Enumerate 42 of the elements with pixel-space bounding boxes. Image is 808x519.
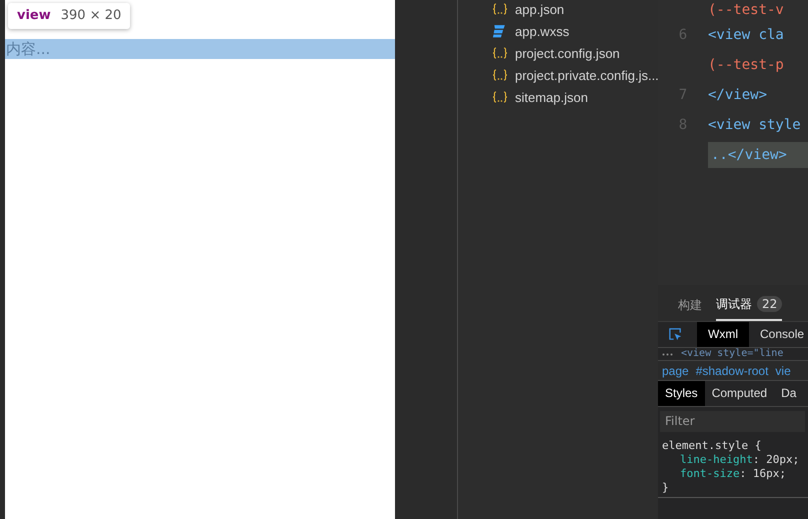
- braces-file-icon: [492, 3, 508, 15]
- panel-tab[interactable]: Console: [749, 322, 808, 347]
- css-selector: element.style {: [662, 438, 762, 452]
- breadcrumb-item[interactable]: vie: [771, 364, 794, 378]
- file-item[interactable]: sitemap.json: [458, 86, 658, 108]
- filter-field[interactable]: Filter: [660, 410, 805, 432]
- file-name: sitemap.json: [515, 90, 588, 104]
- css-declaration: font-size: 16px;: [679, 466, 787, 480]
- braces-file-icon: [492, 69, 508, 81]
- element-text: 内容...: [5, 39, 50, 59]
- file-name: app.wxss: [515, 24, 570, 38]
- file-name: project.private.config.js...: [515, 68, 658, 82]
- breadcrumb-item[interactable]: page: [658, 364, 692, 378]
- file-item[interactable]: project.private.config.js...: [458, 64, 658, 86]
- css-file-icon: [492, 24, 506, 38]
- braces-file-icon: [492, 91, 508, 103]
- tooltip-tag: view: [17, 8, 51, 23]
- inspect-icon[interactable]: [668, 327, 683, 342]
- code-text: <view style="line: [681, 348, 784, 360]
- file-name: app.json: [515, 2, 564, 16]
- tooltip-size: 390 × 20: [60, 8, 122, 23]
- styles-tab[interactable]: Da: [774, 381, 804, 406]
- panel-tab[interactable]: Wxml: [697, 322, 749, 347]
- breadcrumb-item[interactable]: #shadow-root: [692, 364, 772, 378]
- file-item[interactable]: project.config.json: [458, 42, 658, 64]
- code-text: (--test-p: [708, 57, 784, 73]
- braces-file-icon: [492, 47, 508, 59]
- code-text: </view>: [708, 87, 768, 103]
- ellipsis-icon: [662, 352, 673, 356]
- devtools-tab[interactable]: 构建: [678, 289, 702, 321]
- count-badge: 22: [757, 296, 782, 312]
- css-declaration: line-height: 20px;: [679, 452, 800, 466]
- code-text: ..</view>: [708, 142, 808, 168]
- code-text: <view cla: [708, 27, 784, 43]
- code-text: <view style: [708, 117, 801, 133]
- file-item[interactable]: app.wxss: [458, 20, 658, 42]
- file-name: project.config.json: [515, 46, 620, 60]
- css-brace: }: [662, 480, 670, 494]
- styles-tab[interactable]: Styles: [658, 381, 705, 406]
- code-text: (--test-v: [708, 2, 784, 18]
- file-item[interactable]: app.json: [458, 0, 658, 20]
- styles-tab[interactable]: Computed: [704, 381, 774, 406]
